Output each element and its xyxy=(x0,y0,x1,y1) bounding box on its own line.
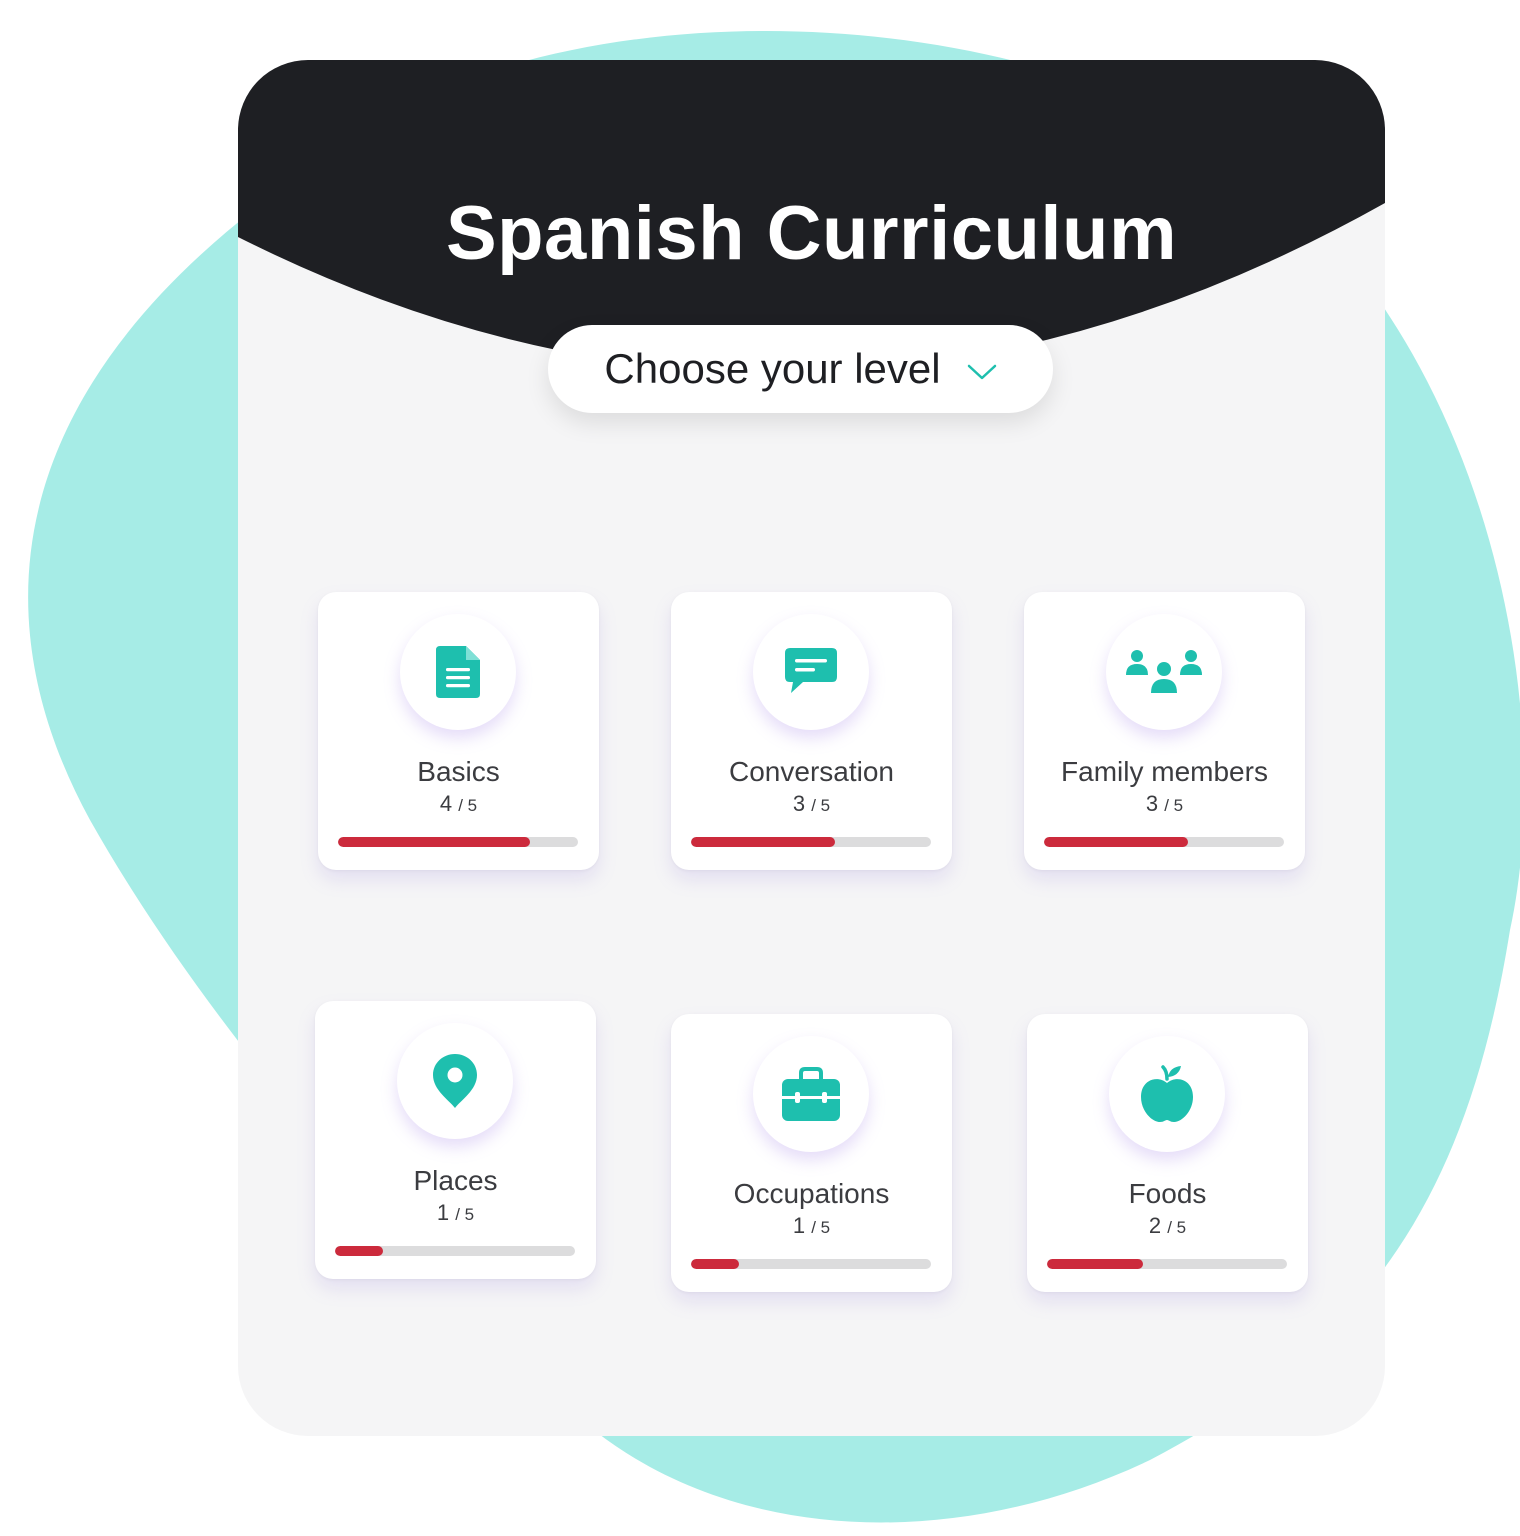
topic-progress-count: 2 / 5 xyxy=(1148,1213,1187,1238)
chat-icon xyxy=(785,648,837,693)
icon-badge xyxy=(753,1036,869,1152)
progress-bar xyxy=(691,837,931,847)
topic-card-occupations[interactable]: Occupations 1 / 5 xyxy=(671,1014,952,1292)
briefcase-icon xyxy=(782,1067,840,1121)
curriculum-panel: Spanish Curriculum Choose your level Bas… xyxy=(238,60,1385,1436)
topic-name: Occupations xyxy=(733,1178,890,1209)
topic-progress-count: 3 / 5 xyxy=(792,791,831,816)
topic-name: Conversation xyxy=(729,756,894,787)
topic-card-conversation[interactable]: Conversation 3 / 5 xyxy=(671,592,952,870)
level-dropdown-label: Choose your level xyxy=(604,345,941,392)
icon-badge xyxy=(400,614,516,730)
page-title: Spanish Curriculum xyxy=(445,191,1178,276)
progress-bar xyxy=(691,1259,931,1269)
people-icon xyxy=(1126,650,1202,693)
topic-card-family-members[interactable]: Family members 3 / 5 xyxy=(1024,592,1305,870)
topic-name: Basics xyxy=(417,756,500,787)
level-dropdown[interactable]: Choose your level xyxy=(548,325,1053,413)
topic-name: Places xyxy=(413,1165,498,1196)
topic-progress-count: 4 / 5 xyxy=(439,791,478,816)
icon-badge xyxy=(1106,614,1222,730)
progress-bar xyxy=(335,1246,575,1256)
map-pin-icon xyxy=(433,1054,477,1108)
icon-badge xyxy=(1109,1036,1225,1152)
chevron-down-icon xyxy=(967,362,997,382)
progress-bar xyxy=(1047,1259,1287,1269)
icon-badge xyxy=(397,1023,513,1139)
progress-fill xyxy=(691,837,835,847)
topic-card-places[interactable]: Places 1 / 5 xyxy=(315,1001,596,1279)
topic-progress-count: 3 / 5 xyxy=(1145,791,1184,816)
topic-card-basics[interactable]: Basics 4 / 5 xyxy=(318,592,599,870)
apple-icon xyxy=(1141,1065,1193,1122)
topic-progress-count: 1 / 5 xyxy=(792,1213,831,1238)
icon-badge xyxy=(753,614,869,730)
topic-name: Family members xyxy=(1061,756,1268,787)
progress-bar xyxy=(338,837,578,847)
progress-fill xyxy=(335,1246,383,1256)
topic-progress-count: 1 / 5 xyxy=(436,1200,475,1225)
progress-fill xyxy=(1044,837,1188,847)
progress-fill xyxy=(338,837,530,847)
progress-fill xyxy=(1047,1259,1143,1269)
progress-bar xyxy=(1044,837,1284,847)
topic-card-foods[interactable]: Foods 2 / 5 xyxy=(1027,1014,1308,1292)
topic-name: Foods xyxy=(1128,1178,1207,1209)
document-icon xyxy=(436,646,480,698)
progress-fill xyxy=(691,1259,739,1269)
